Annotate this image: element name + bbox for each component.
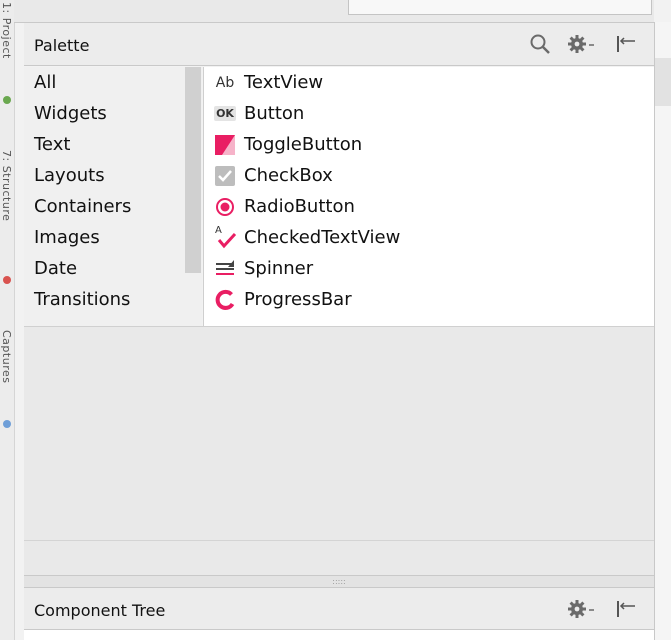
right-editor-edge: [654, 22, 671, 640]
category-widgets[interactable]: Widgets: [24, 98, 202, 129]
widget-label: CheckBox: [244, 165, 333, 186]
gear-icon[interactable]: [567, 33, 597, 55]
widget-radiobutton[interactable]: RadioButton: [204, 191, 654, 222]
checked-text-icon: A: [214, 225, 236, 249]
captures-indicator-icon: [3, 420, 11, 428]
widget-checkedtextview[interactable]: A CheckedTextView: [204, 222, 654, 253]
ok-button-icon: OK: [214, 106, 236, 121]
radio-icon: [214, 196, 236, 218]
top-toolbar: [14, 0, 654, 23]
category-all[interactable]: All: [24, 67, 202, 98]
widget-progressbar[interactable]: ProgressBar: [204, 284, 654, 315]
widget-label: Button: [244, 103, 305, 124]
toolbar-field[interactable]: [348, 0, 652, 15]
left-tool-strip: 1: Project 7: Structure Captures: [0, 0, 15, 640]
widget-checkbox[interactable]: CheckBox: [204, 160, 654, 191]
widget-label: RadioButton: [244, 196, 355, 217]
checkbox-icon: [214, 165, 236, 187]
widget-label: CheckedTextView: [244, 227, 401, 248]
palette-category-list: All Widgets Text Layouts Containers Imag…: [24, 67, 202, 326]
widget-togglebutton[interactable]: ToggleButton: [204, 129, 654, 160]
widget-label: TextView: [244, 72, 324, 93]
collapse-tab[interactable]: [655, 58, 671, 106]
palette-header: Palette: [24, 22, 654, 66]
category-scrollbar[interactable]: [185, 67, 201, 273]
widget-button[interactable]: OK Button: [204, 98, 654, 129]
category-text[interactable]: Text: [24, 129, 202, 160]
category-containers[interactable]: Containers: [24, 191, 202, 222]
spinner-icon: [214, 258, 236, 280]
palette-widget-list: Ab TextView OK Button ToggleButton Check…: [203, 67, 654, 326]
category-layouts[interactable]: Layouts: [24, 160, 202, 191]
progress-icon: [214, 289, 236, 311]
toggle-icon: [214, 134, 236, 156]
ab-text-icon: Ab: [215, 74, 235, 91]
widget-textview[interactable]: Ab TextView: [204, 67, 654, 98]
widget-label: ProgressBar: [244, 289, 352, 310]
category-date[interactable]: Date: [24, 253, 202, 284]
gear-icon[interactable]: [567, 598, 597, 620]
structure-indicator-icon: [3, 276, 11, 284]
category-transitions[interactable]: Transitions: [24, 284, 202, 315]
project-indicator-icon: [3, 96, 11, 104]
widget-label: ToggleButton: [244, 134, 363, 155]
component-tree-title: Component Tree: [34, 601, 166, 620]
category-images[interactable]: Images: [24, 222, 202, 253]
hide-panel-icon[interactable]: [615, 33, 639, 55]
project-tool-tab[interactable]: 1: Project: [0, 2, 13, 59]
divider: [24, 540, 654, 541]
widget-label: Spinner: [244, 258, 314, 279]
structure-tool-tab[interactable]: 7: Structure: [0, 150, 13, 221]
component-tree-body: [24, 630, 654, 640]
palette-title: Palette: [34, 36, 90, 55]
search-icon[interactable]: [529, 33, 551, 55]
widget-spinner[interactable]: Spinner: [204, 253, 654, 284]
captures-tool-tab[interactable]: Captures: [0, 330, 13, 383]
component-tree-header: Component Tree: [24, 587, 654, 630]
palette-preview-area: [24, 326, 654, 576]
hide-panel-icon[interactable]: [615, 598, 639, 620]
